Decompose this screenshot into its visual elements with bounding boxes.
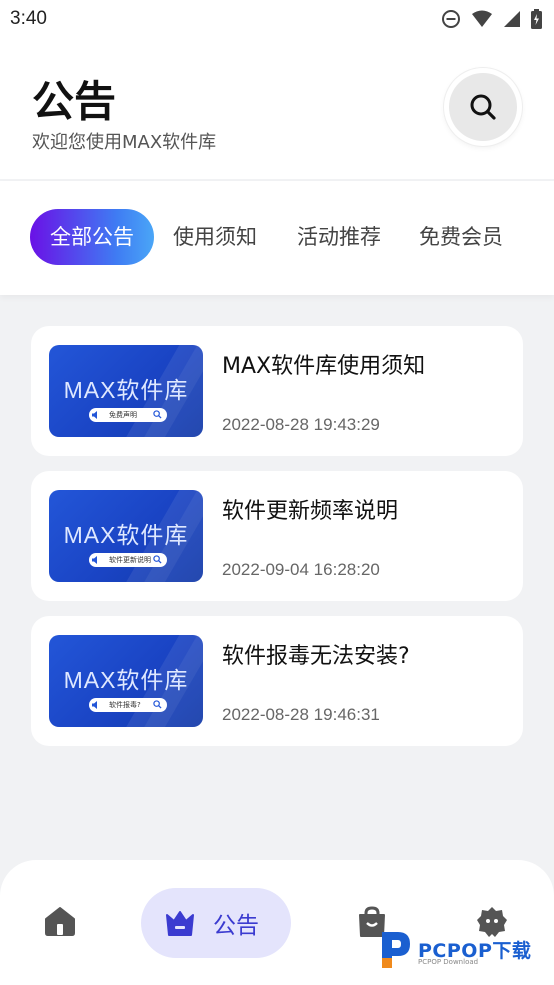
announcement-date: 2022-08-28 19:46:31 xyxy=(222,705,380,724)
thumbnail-caption: 免费声明 xyxy=(109,411,137,419)
status-icons xyxy=(441,9,542,29)
magnifier-icon xyxy=(153,555,162,564)
announcement-card[interactable]: MAX软件库 软件更新说明 软件更新频率说明 2022-09-04 16:28:… xyxy=(31,471,523,601)
announcement-thumbnail: MAX软件库 软件更新说明 xyxy=(49,490,203,582)
magnifier-icon xyxy=(153,410,162,419)
thumbnail-caption: 软件报毒? xyxy=(109,701,141,709)
home-icon xyxy=(45,907,75,936)
announcement-title: 软件报毒无法安装? xyxy=(222,644,410,669)
announcement-date: 2022-08-28 19:43:29 xyxy=(222,415,380,434)
status-time: 3:40 xyxy=(10,8,47,29)
do-not-disturb-icon xyxy=(442,10,460,28)
speaker-icon xyxy=(92,411,97,419)
thumbnail-title: MAX软件库 xyxy=(63,522,189,548)
cell-signal-icon xyxy=(504,11,520,27)
announcement-thumbnail: MAX软件库 免费声明 xyxy=(49,345,203,437)
search-button-inner xyxy=(449,73,517,141)
watermark-subtext: PCPOP Download xyxy=(418,958,479,966)
pcpop-logo-icon xyxy=(382,932,410,968)
page-subtitle: 欢迎您使用MAX软件库 xyxy=(32,132,217,153)
thumbnail-title: MAX软件库 xyxy=(63,377,189,403)
page-title: 公告 xyxy=(32,77,117,126)
header: 公告 欢迎您使用MAX软件库 xyxy=(0,38,554,179)
announcement-title: MAX软件库使用须知 xyxy=(222,354,426,379)
search-button[interactable] xyxy=(444,68,522,146)
announcement-title: 软件更新频率说明 xyxy=(222,499,399,524)
category-tabs: 全部公告 使用须知 活动推荐 免费会员 xyxy=(0,181,554,295)
nav-home[interactable] xyxy=(44,906,76,940)
watermark: PCPOP下载 PCPOP Download xyxy=(378,928,554,972)
speaker-icon xyxy=(92,701,97,709)
tab-usage-notice[interactable]: 使用须知 xyxy=(166,209,264,265)
thumbnail-title: MAX软件库 xyxy=(63,667,189,693)
tab-event-recommend[interactable]: 活动推荐 xyxy=(290,209,388,265)
magnifier-icon xyxy=(153,700,162,709)
nav-announcements[interactable]: 公告 xyxy=(141,888,291,958)
announcement-list: MAX软件库 免费声明 MAX软件库使用须知 2022-08-28 19:43:… xyxy=(31,326,523,761)
wifi-icon xyxy=(472,10,492,27)
battery-icon xyxy=(531,9,542,29)
announcement-thumbnail: MAX软件库 软件报毒? xyxy=(49,635,203,727)
tab-free-membership[interactable]: 免费会员 xyxy=(412,209,510,265)
nav-announcements-label: 公告 xyxy=(213,913,259,939)
announcement-card[interactable]: MAX软件库 免费声明 MAX软件库使用须知 2022-08-28 19:43:… xyxy=(31,326,523,456)
thumbnail-caption: 软件更新说明 xyxy=(109,556,151,564)
search-icon xyxy=(470,94,496,120)
tab-all-announcements[interactable]: 全部公告 xyxy=(30,209,154,265)
crown-icon xyxy=(166,911,194,936)
announcement-date: 2022-09-04 16:28:20 xyxy=(222,560,380,579)
status-bar: 3:40 xyxy=(0,0,554,38)
announcement-card[interactable]: MAX软件库 软件报毒? 软件报毒无法安装? 2022-08-28 19:46:… xyxy=(31,616,523,746)
speaker-icon xyxy=(92,556,97,564)
